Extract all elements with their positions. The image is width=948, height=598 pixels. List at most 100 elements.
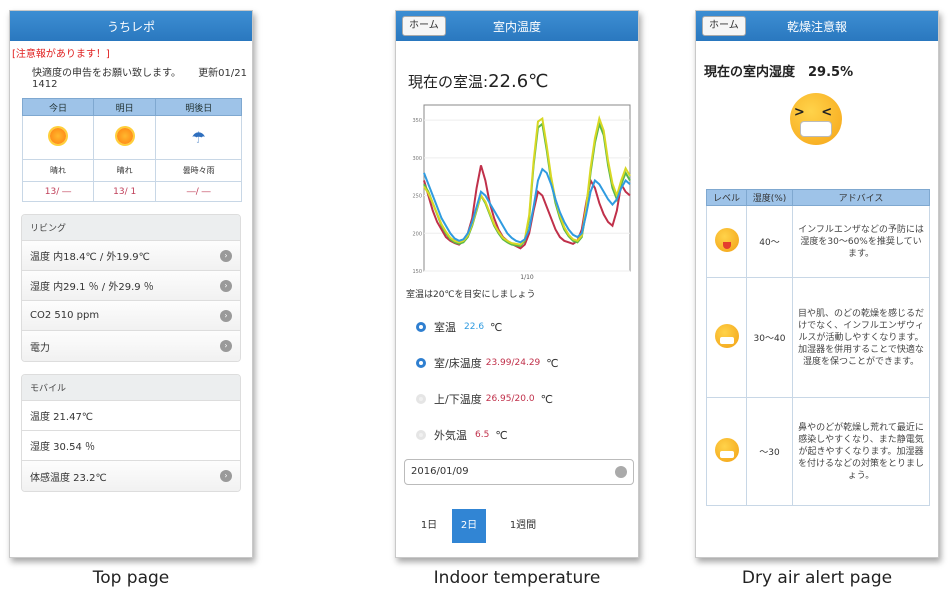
mobile-humidity-row: 湿度 30.54 ％ — [22, 431, 240, 461]
weather-label: 晴れ — [22, 159, 94, 182]
range-1-week-button[interactable]: 1週間 — [500, 509, 546, 543]
sensor-toggle-upper-lower[interactable]: 上/下温度 26.95/20.0 ℃ — [416, 391, 553, 407]
happy-face-icon — [714, 228, 739, 252]
temperature-advice: 室温は20℃を目安にしましょう — [406, 290, 536, 300]
weather-label: 曇時々雨 — [155, 159, 242, 182]
sensor-toggle-room-floor[interactable]: 室/床温度 23.99/24.29 ℃ — [416, 355, 559, 371]
clear-icon[interactable] — [615, 466, 627, 478]
sun-icon — [49, 128, 66, 144]
indoor-header: ホーム 室内温度 — [396, 11, 638, 41]
radio-off-icon[interactable] — [416, 394, 426, 404]
mask-face-icon: > < — [790, 93, 842, 145]
sensor-label: 室/床温度 — [434, 357, 482, 370]
face-mask — [800, 121, 832, 137]
screen-title: 乾燥注意報 — [786, 19, 847, 34]
living-section-title: リビング — [22, 215, 240, 241]
app-title: うちレポ — [106, 19, 155, 34]
x-tick-label: 1/10 — [520, 274, 534, 281]
radio-on-icon[interactable] — [416, 358, 426, 368]
temperature-chart-svg: 150 200 250 300 350 1/10 — [412, 104, 631, 281]
date-input[interactable]: 2016/01/09 — [404, 459, 634, 485]
table-row: 〜30 鼻やのどが乾燥し荒れて最近に感染しやすくなり、また静電気が起きやすくなり… — [706, 397, 930, 506]
mobile-section: モバイル 温度 21.47℃ 湿度 30.54 ％ 体感温度 23.2℃ › — [21, 374, 241, 492]
caption-indoor-temperature: Indoor temperature — [433, 568, 601, 588]
table-row: 40〜 インフルエンザなどの予防には湿度を30〜60%を推奨しています。 — [706, 205, 930, 278]
sensor-toggle-room[interactable]: 室温 22.6 ℃ — [416, 319, 502, 335]
mask-face-icon — [714, 324, 739, 348]
screen-title: 室内温度 — [492, 19, 541, 34]
advice-text: 鼻やのどが乾燥し荒れて最近に感染しやすくなり、また静電気が起きやすくなります。加… — [792, 397, 930, 506]
mobile-feels-like-row[interactable]: 体感温度 23.2℃ › — [22, 461, 240, 491]
y-tick-label: 250 — [412, 194, 422, 200]
column-header: アドバイス — [792, 189, 930, 206]
sensor-value: 26.95/20.0 — [485, 394, 535, 404]
range-1-day-button[interactable]: 1日 — [412, 509, 446, 543]
current-temperature: 現在の室温:22.6℃ — [396, 41, 638, 92]
home-button[interactable]: ホーム — [402, 16, 446, 36]
humidity-range: 30〜40 — [746, 277, 793, 398]
sensor-label: 上/下温度 — [434, 393, 482, 406]
row-label: 体感温度 23.2℃ — [30, 472, 107, 484]
home-button[interactable]: ホーム — [702, 16, 746, 36]
living-co2-row[interactable]: CO2 510 ppm › — [22, 301, 240, 331]
current-temp-value: 22.6℃ — [488, 71, 549, 92]
humidity-range: 40〜 — [746, 205, 793, 278]
column-header: レベル — [706, 189, 747, 206]
comfort-request-text[interactable]: 快適度の申告をお願い致します。 — [32, 68, 181, 79]
sensor-value: 22.6 — [464, 322, 485, 332]
face-eyes: > < — [793, 105, 839, 120]
sensor-unit: ℃ — [546, 356, 559, 370]
forecast-day-header: 今日 — [22, 98, 94, 116]
y-tick-label: 200 — [412, 231, 422, 237]
radio-off-icon[interactable] — [416, 430, 426, 440]
top-page-screen: うちレポ [注意報があります！] 快適度の申告をお願い致します。 更新01/21… — [9, 10, 253, 558]
sensor-value: 6.5 — [475, 430, 490, 440]
living-temperature-row[interactable]: 温度 内18.4℃ / 外19.9℃ › — [22, 241, 240, 271]
chart-frame — [423, 104, 631, 272]
forecast-day-header: 明後日 — [155, 98, 242, 116]
forecast-day-header: 明日 — [92, 98, 157, 116]
living-humidity-row[interactable]: 湿度 内29.1 ％ / 外29.9 ％ › — [22, 271, 240, 301]
sensor-unit: ℃ — [540, 392, 553, 406]
advice-text: 目や肌、のどの乾燥を感じるだけでなく、インフルエンザウィルスが活動しやすくなりま… — [792, 277, 930, 398]
humidity-range: 〜30 — [746, 397, 793, 506]
mobile-section-title: モバイル — [22, 375, 240, 401]
intro-line: 快適度の申告をお願い致します。 更新01/21 1412 — [10, 60, 252, 94]
living-power-row[interactable]: 電力 › — [22, 331, 240, 361]
temp-range: 13/ 1 — [92, 181, 157, 202]
top-header: うちレポ — [10, 11, 252, 41]
y-tick-label: 150 — [412, 269, 422, 275]
alert-notice-link[interactable]: [注意報があります！] — [10, 41, 252, 60]
chevron-right-icon: › — [220, 309, 232, 322]
row-label: 電力 — [30, 342, 50, 354]
radio-on-icon[interactable] — [416, 322, 426, 332]
temp-range: 13/ ― — [22, 181, 94, 202]
sun-icon — [116, 128, 133, 144]
current-humidity: 現在の室内湿度 29.5% — [704, 65, 854, 80]
sensor-unit: ℃ — [490, 320, 503, 334]
advice-text: インフルエンザなどの予防には湿度を30〜60%を推奨しています。 — [792, 205, 930, 278]
row-label: CO2 510 ppm — [30, 310, 100, 321]
dry-air-alert-screen: ホーム 乾燥注意報 現在の室内湿度 29.5% > < レベル 湿度(%) アド… — [695, 10, 939, 558]
indoor-temperature-screen: ホーム 室内温度 現在の室温:22.6℃ 150 200 250 300 350 1/10… — [395, 10, 639, 558]
row-label: 温度 21.47℃ — [30, 412, 94, 423]
range-2-day-button[interactable]: 2日 — [452, 509, 486, 543]
weather-label: 晴れ — [92, 159, 157, 182]
date-value: 2016/01/09 — [411, 466, 469, 477]
chevron-right-icon: › — [220, 249, 232, 262]
living-section: リビング 温度 内18.4℃ / 外19.9℃ › 湿度 内29.1 ％ / 外… — [21, 214, 241, 362]
forecast-table: 今日 明日 明後日 ☂ 晴れ 晴れ 曇時々雨 13/ ― 13/ 1 ―/ ― — [22, 98, 242, 202]
sensor-unit: ℃ — [495, 428, 508, 442]
sensor-value: 23.99/24.29 — [485, 358, 541, 368]
temperature-chart: 150 200 250 300 350 1/10 — [406, 101, 634, 285]
row-label: 温度 内18.4℃ / 外19.9℃ — [30, 252, 150, 263]
mobile-temperature-row: 温度 21.47℃ — [22, 401, 240, 431]
chevron-right-icon: › — [220, 279, 232, 292]
chevron-right-icon: › — [220, 340, 232, 352]
cloud-umbrella-icon: ☂ — [191, 128, 206, 147]
mask-face-sad-icon — [714, 438, 739, 462]
row-label: 湿度 30.54 ％ — [30, 442, 95, 453]
y-tick-label: 350 — [412, 118, 422, 124]
sensor-toggle-outdoor[interactable]: 外気温 6.5 ℃ — [416, 427, 508, 443]
dry-header: ホーム 乾燥注意報 — [696, 11, 938, 41]
